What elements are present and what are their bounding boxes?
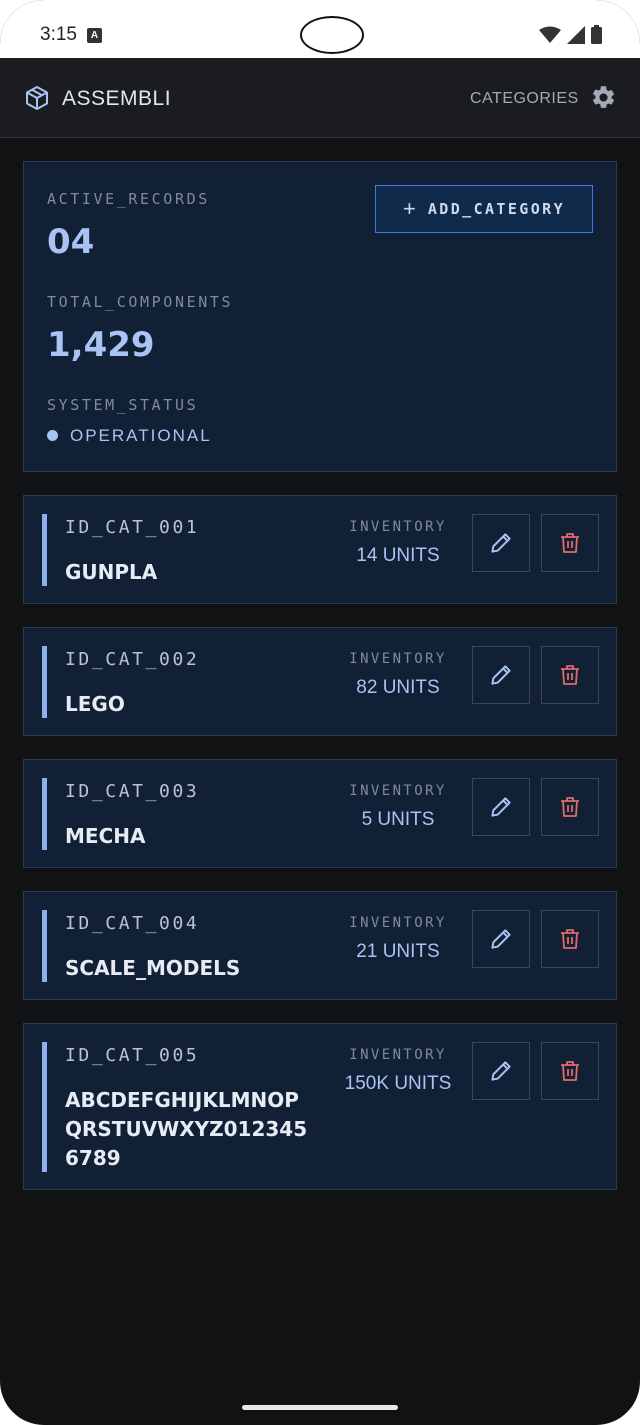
home-indicator[interactable] — [242, 1405, 398, 1410]
inventory-label: INVENTORY — [349, 519, 447, 535]
inventory-label: INVENTORY — [349, 651, 447, 667]
plus-icon: + — [402, 196, 416, 221]
inventory-value: 82 UNITS — [356, 677, 440, 698]
inventory-value: 150K UNITS — [344, 1073, 452, 1094]
category-id: ID_CAT_004 — [65, 913, 200, 934]
total-components-label: TOTAL_COMPONENTS — [47, 293, 234, 311]
cube-icon — [26, 86, 48, 110]
edit-button[interactable] — [472, 514, 530, 572]
category-card: ID_CAT_005 ABCDEFGHIJKLMNOPQRSTUVWXYZ012… — [23, 1023, 617, 1190]
category-name: MECHA — [65, 824, 146, 848]
category-card: ID_CAT_001 GUNPLA INVENTORY 14 UNITS — [23, 495, 617, 604]
edit-button[interactable] — [472, 910, 530, 968]
status-bar: 3:15 A — [0, 0, 640, 59]
category-name: SCALE_MODELS — [65, 956, 241, 980]
trash-icon — [561, 533, 579, 553]
wifi-icon — [539, 26, 561, 43]
trash-icon — [561, 929, 579, 949]
active-records-value: 04 — [47, 222, 95, 262]
system-status-label: SYSTEM_STATUS — [47, 396, 199, 414]
pencil-icon — [491, 533, 511, 553]
inventory-label: INVENTORY — [349, 783, 447, 799]
delete-button[interactable] — [541, 646, 599, 704]
notification-badge-icon: A — [87, 28, 102, 43]
add-category-button[interactable]: + ADD_CATEGORY — [375, 185, 593, 233]
inventory-value: 5 UNITS — [361, 809, 435, 830]
delete-button[interactable] — [541, 514, 599, 572]
category-id: ID_CAT_003 — [65, 781, 200, 802]
trash-icon — [561, 1061, 579, 1081]
delete-button[interactable] — [541, 1042, 599, 1100]
inventory-value: 21 UNITS — [356, 941, 440, 962]
battery-icon — [591, 25, 602, 44]
edit-button[interactable] — [472, 646, 530, 704]
delete-button[interactable] — [541, 778, 599, 836]
pencil-icon — [491, 665, 511, 685]
edit-button[interactable] — [472, 778, 530, 836]
summary-card: ACTIVE_RECORDS 04 TOTAL_COMPONENTS 1,429… — [23, 161, 617, 472]
trash-icon — [561, 665, 579, 685]
status-indicator-dot — [47, 430, 58, 441]
category-accent-bar — [42, 646, 47, 718]
gear-icon[interactable] — [590, 84, 617, 111]
category-id: ID_CAT_001 — [65, 517, 200, 538]
status-icons — [539, 25, 602, 44]
pencil-icon — [491, 797, 511, 817]
category-accent-bar — [42, 910, 47, 982]
inventory-label: INVENTORY — [349, 1047, 447, 1063]
category-accent-bar — [42, 514, 47, 586]
category-accent-bar — [42, 1042, 47, 1172]
active-records-label: ACTIVE_RECORDS — [47, 190, 210, 208]
nav-categories-link[interactable]: CATEGORIES — [470, 90, 579, 108]
category-name: ABCDEFGHIJKLMNOPQRSTUVWXYZ0123456789 — [65, 1088, 308, 1170]
app-screen: 3:15 A ASSEMBLI CATEGORIES ACTIVE_RECORD… — [0, 0, 640, 1425]
category-id: ID_CAT_002 — [65, 649, 200, 670]
category-card: ID_CAT_004 SCALE_MODELS INVENTORY 21 UNI… — [23, 891, 617, 1000]
add-category-label: ADD_CATEGORY — [427, 200, 566, 218]
pencil-icon — [491, 1061, 511, 1081]
pencil-icon — [491, 929, 511, 949]
category-accent-bar — [42, 778, 47, 850]
inventory-value: 14 UNITS — [356, 545, 440, 566]
app-title: ASSEMBLI — [62, 87, 172, 110]
category-card: ID_CAT_003 MECHA INVENTORY 5 UNITS — [23, 759, 617, 868]
total-components-value: 1,429 — [47, 325, 155, 365]
app-bar: ASSEMBLI CATEGORIES — [0, 59, 640, 138]
delete-button[interactable] — [541, 910, 599, 968]
category-id: ID_CAT_005 — [65, 1045, 200, 1066]
category-name: LEGO — [65, 692, 125, 716]
inventory-label: INVENTORY — [349, 915, 447, 931]
trash-icon — [561, 797, 579, 817]
system-status-value: OPERATIONAL — [70, 426, 212, 445]
category-card: ID_CAT_002 LEGO INVENTORY 82 UNITS — [23, 627, 617, 736]
camera-cutout — [300, 16, 364, 54]
category-name: GUNPLA — [65, 560, 158, 584]
edit-button[interactable] — [472, 1042, 530, 1100]
signal-icon — [567, 25, 585, 44]
status-time: 3:15 — [40, 24, 77, 45]
